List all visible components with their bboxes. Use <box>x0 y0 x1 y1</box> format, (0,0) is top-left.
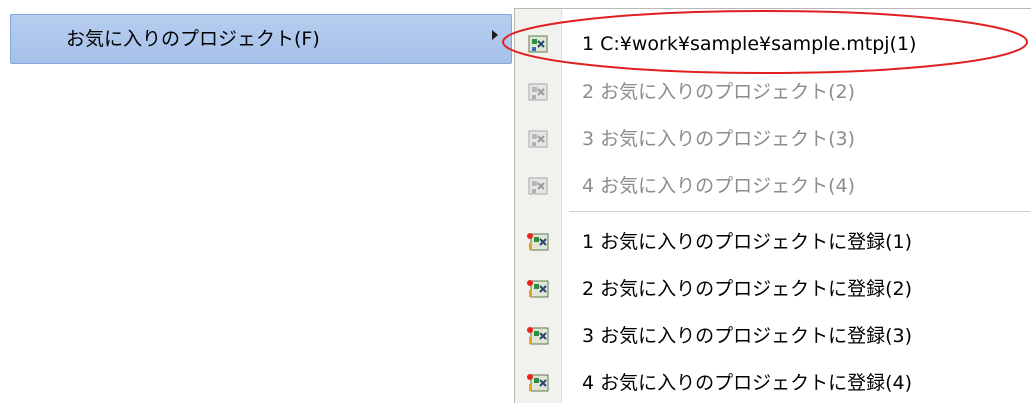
project-icon <box>528 130 548 148</box>
project-icon <box>528 35 548 53</box>
menu-item-label: 2 お気に入りのプロジェクトに登録(2) <box>582 278 913 300</box>
menu-item-favorite-2[interactable]: 2 お気に入りのプロジェクト(2) <box>515 69 1030 115</box>
menu-item-register-1[interactable]: 1 お気に入りのプロジェクトに登録(1) <box>515 219 1030 265</box>
register-project-icon <box>527 233 549 251</box>
menu-item-label: 3 お気に入りのプロジェクト(3) <box>582 128 856 150</box>
menu-separator <box>569 211 1030 212</box>
menu-item-favorite-4[interactable]: 4 お気に入りのプロジェクト(4) <box>515 163 1030 209</box>
menu-item-label: お気に入りのプロジェクト(F) <box>66 28 320 50</box>
project-icon <box>528 83 548 101</box>
menu-item-favorite-projects[interactable]: お気に入りのプロジェクト(F) <box>10 14 512 64</box>
menu-item-label: 2 お気に入りのプロジェクト(2) <box>582 81 856 103</box>
menu-item-label: 4 お気に入りのプロジェクトに登録(4) <box>582 372 913 394</box>
menu-item-label: 1 C:¥work¥sample¥sample.mtpj(1) <box>582 33 917 55</box>
favorite-projects-submenu: 1 C:¥work¥sample¥sample.mtpj(1) 2 お気に入りの… <box>514 8 1031 403</box>
menu-item-label: 4 お気に入りのプロジェクト(4) <box>582 175 856 197</box>
screen: お気に入りのプロジェクト(F) 1 C:¥work¥sample¥sample.… <box>0 0 1031 403</box>
menu-item-register-2[interactable]: 2 お気に入りのプロジェクトに登録(2) <box>515 266 1030 312</box>
menu-item-label: 1 お気に入りのプロジェクトに登録(1) <box>582 231 913 253</box>
menu-item-favorite-3[interactable]: 3 お気に入りのプロジェクト(3) <box>515 116 1030 162</box>
project-icon <box>528 177 548 195</box>
register-project-icon <box>527 374 549 392</box>
register-project-icon <box>527 327 549 345</box>
menu-item-favorite-1[interactable]: 1 C:¥work¥sample¥sample.mtpj(1) <box>515 21 1030 67</box>
menu-item-register-3[interactable]: 3 お気に入りのプロジェクトに登録(3) <box>515 313 1030 359</box>
menu-item-label: 3 お気に入りのプロジェクトに登録(3) <box>582 325 913 347</box>
menu-item-register-4[interactable]: 4 お気に入りのプロジェクトに登録(4) <box>515 360 1030 403</box>
register-project-icon <box>527 280 549 298</box>
submenu-arrow-icon <box>492 30 498 40</box>
